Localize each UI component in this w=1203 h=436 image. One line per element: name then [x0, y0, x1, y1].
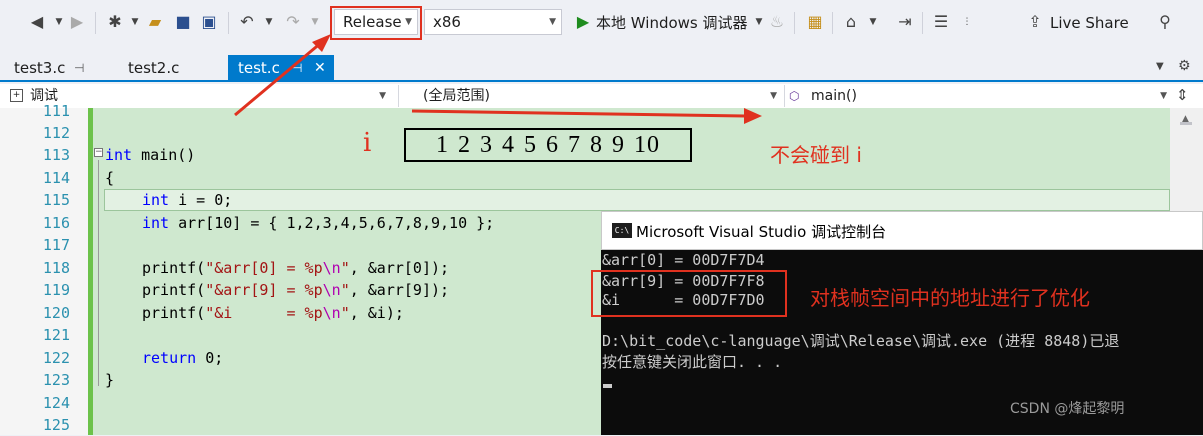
- console-line: D:\bit_code\c-language\调试\Release\调试.exe…: [602, 332, 1120, 350]
- watermark: CSDN @烽起黎明: [1010, 401, 1125, 417]
- arrowhead: [744, 108, 762, 124]
- console-line: 按任意键关闭此窗口. . .: [602, 353, 783, 371]
- console-title: Microsoft Visual Studio 调试控制台: [636, 223, 887, 241]
- console-cursor: [603, 384, 612, 388]
- annotation-console-note: 对栈帧空间中的地址进行了优化: [810, 286, 1090, 310]
- console-icon: C:\: [612, 223, 632, 238]
- arrow-to-right: [411, 109, 746, 118]
- console-highlight-box: [591, 270, 787, 317]
- arrow-to-release: [234, 40, 323, 117]
- console-title-bar: C:\ Microsoft Visual Studio 调试控制台: [601, 211, 1203, 250]
- console-line: &arr[0] = 00D7F7D4: [602, 251, 765, 269]
